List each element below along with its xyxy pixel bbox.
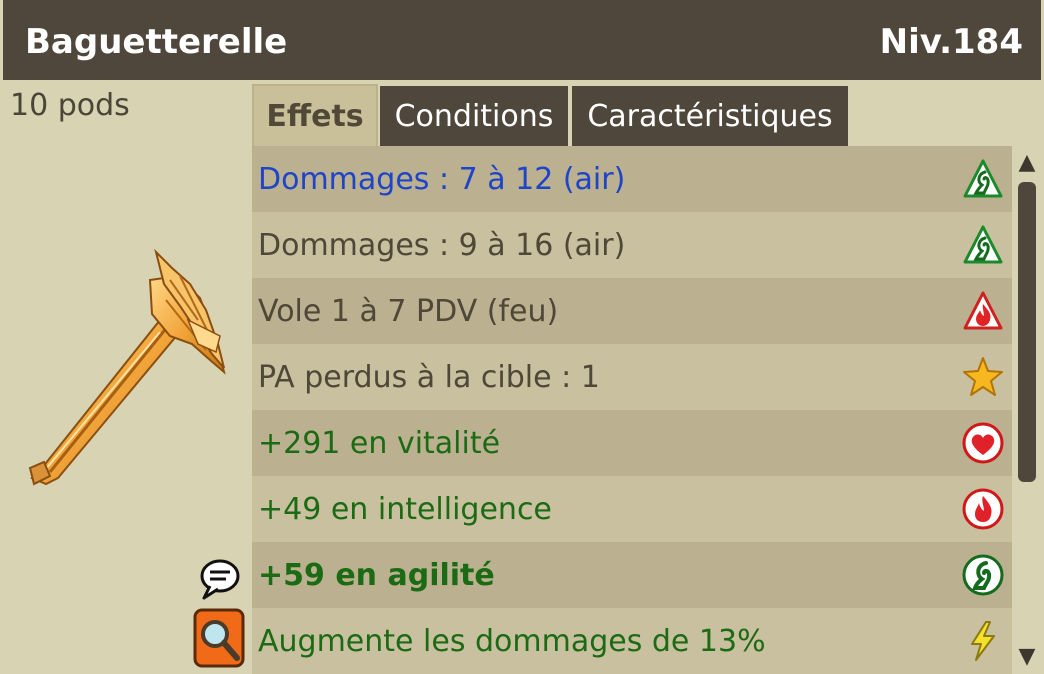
scroll-down-arrow-icon[interactable]: ▼	[1012, 642, 1042, 672]
air-triangle-icon	[963, 225, 1003, 264]
fire-circle-icon	[962, 488, 1004, 530]
effect-text: Augmente les dommages de 13%	[258, 623, 766, 659]
effect-text: Vole 1 à 7 PDV (feu)	[258, 293, 559, 329]
item-header: Baguetterelle Niv.184	[3, 0, 1041, 80]
air-circle-icon	[962, 554, 1004, 596]
tab-effets[interactable]: Effets	[252, 84, 378, 146]
star-icon	[963, 357, 1003, 396]
scroll-thumb[interactable]	[1018, 182, 1036, 482]
tab-conditions[interactable]: Conditions	[380, 86, 568, 146]
effect-row: Dommages : 7 à 12 (air)	[252, 146, 1012, 212]
air-triangle-icon	[963, 159, 1003, 198]
effect-row: PA perdus à la cible : 1	[252, 344, 1012, 410]
effect-text: Dommages : 9 à 16 (air)	[258, 227, 626, 263]
item-name: Baguetterelle	[25, 22, 288, 62]
tab-caracteristiques[interactable]: Caractéristiques	[572, 86, 848, 146]
item-level: Niv.184	[879, 22, 1023, 62]
effect-text: +59 en agilité	[258, 557, 495, 593]
item-tooltip-window: Baguetterelle Niv.184 10 pods Effets Con…	[0, 0, 1044, 674]
effect-text: Dommages : 7 à 12 (air)	[258, 161, 626, 197]
effects-scrollbar[interactable]: ▲ ▼	[1012, 146, 1042, 674]
wand-item-image	[28, 248, 226, 486]
heart-icon	[962, 422, 1004, 464]
effect-row: Vole 1 à 7 PDV (feu)	[252, 278, 1012, 344]
effect-row: Augmente les dommages de 13%	[252, 608, 1012, 674]
effect-row: +291 en vitalité	[252, 410, 1012, 476]
effect-row: +49 en intelligence	[252, 476, 1012, 542]
effect-row: +59 en agilité	[252, 542, 1012, 608]
lightning-icon	[971, 621, 995, 661]
magnifier-icon[interactable]	[193, 608, 245, 668]
effect-text: +49 en intelligence	[258, 491, 552, 527]
effect-row: Dommages : 9 à 16 (air)	[252, 212, 1012, 278]
item-weight: 10 pods	[10, 88, 130, 123]
speech-bubble-icon[interactable]	[196, 556, 244, 604]
scroll-track[interactable]	[1018, 182, 1036, 632]
scroll-up-arrow-icon[interactable]: ▲	[1012, 148, 1042, 178]
effects-list: Dommages : 7 à 12 (air) Dommages : 9 à 1…	[252, 146, 1012, 674]
fire-triangle-icon	[963, 291, 1003, 330]
effect-text: +291 en vitalité	[258, 425, 501, 461]
effect-text: PA perdus à la cible : 1	[258, 359, 600, 395]
